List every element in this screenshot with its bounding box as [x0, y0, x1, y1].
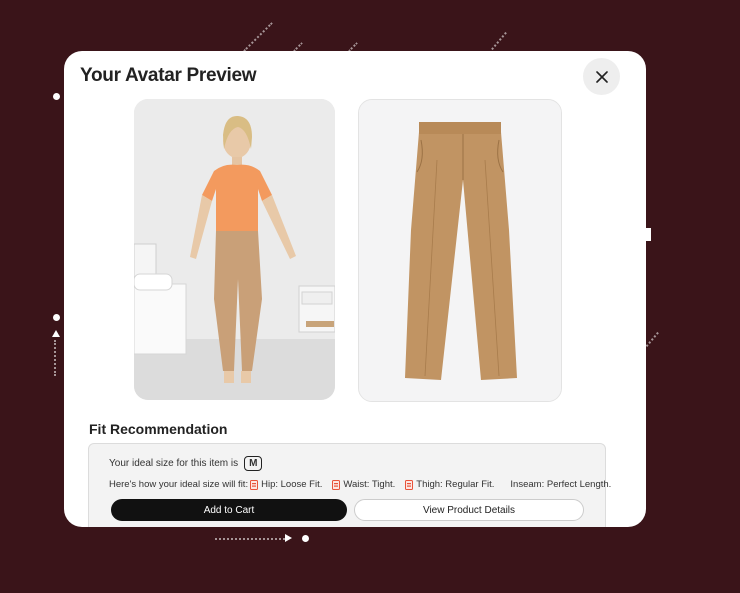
fit-hip: Hip: Loose Fit. — [261, 479, 323, 490]
decorative-line — [243, 22, 273, 52]
modal-title: Your Avatar Preview — [80, 65, 257, 86]
size-badge: M — [244, 456, 263, 471]
ideal-size-text: Your ideal size for this item is — [109, 458, 239, 469]
fit-indicator-icon — [332, 479, 341, 490]
product-image — [358, 99, 562, 402]
avatar-image — [134, 99, 335, 400]
decorative-dot — [53, 93, 60, 100]
fit-indicator-icon — [250, 479, 259, 490]
fit-thigh: Thigh: Regular Fit. — [416, 479, 495, 490]
ideal-size-row: Your ideal size for this item is M — [109, 456, 263, 471]
decorative-line — [54, 340, 56, 376]
view-product-details-button[interactable]: View Product Details — [354, 499, 584, 521]
add-to-cart-button[interactable]: Add to Cart — [111, 499, 347, 521]
decorative-dot — [302, 535, 309, 542]
fit-waist: Waist: Tight. — [343, 479, 396, 490]
fit-details-intro: Here's how your ideal size will fit: — [109, 479, 249, 490]
close-icon — [595, 70, 608, 83]
decorative-dot — [53, 314, 60, 321]
close-button[interactable] — [583, 58, 620, 95]
avatar-preview-modal: Your Avatar Preview Fit Recommendation Y… — [64, 51, 646, 527]
fit-recommendation-heading: Fit Recommendation — [89, 421, 228, 437]
fit-inseam: Inseam: Perfect Length. — [510, 479, 612, 490]
arrow-up-icon — [52, 330, 60, 337]
arrow-right-icon — [285, 534, 292, 542]
fit-details-row: Here's how your ideal size will fit: Hip… — [109, 479, 611, 490]
fit-recommendation-box: Your ideal size for this item is M Here'… — [88, 443, 611, 527]
decorative-line — [491, 31, 507, 51]
fit-indicator-icon — [405, 479, 414, 490]
decorative-line — [215, 538, 285, 540]
